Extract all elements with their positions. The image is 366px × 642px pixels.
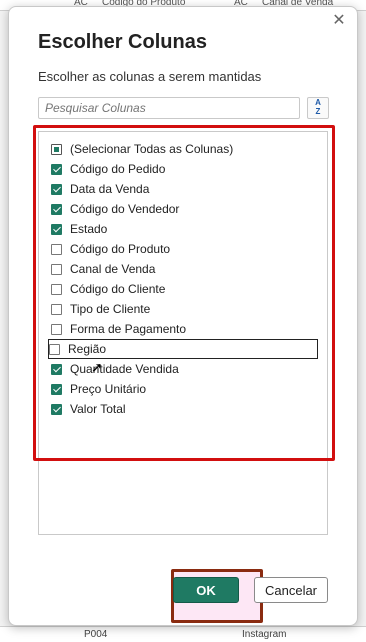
column-item[interactable]: Forma de Pagamento: [51, 320, 316, 338]
column-checkbox[interactable]: [51, 323, 62, 335]
column-label: Preço Unitário: [70, 382, 147, 396]
column-item[interactable]: Estado: [51, 220, 316, 238]
column-label: Estado: [70, 222, 108, 236]
column-label: Código do Cliente: [70, 282, 166, 296]
column-checkbox[interactable]: [51, 163, 62, 175]
column-checkbox[interactable]: [51, 243, 62, 255]
cell-produto: P004: [84, 629, 108, 640]
column-checkbox[interactable]: [51, 283, 62, 295]
column-item[interactable]: Código do Cliente: [51, 280, 316, 298]
column-item[interactable]: Código do Produto: [51, 240, 316, 258]
sort-az-button[interactable]: A Z: [307, 97, 329, 119]
column-item[interactable]: Tipo de Cliente: [51, 300, 316, 318]
column-item[interactable]: Região: [48, 339, 318, 359]
column-label: Código do Vendedor: [70, 202, 180, 216]
column-item[interactable]: Código do Vendedor: [51, 200, 316, 218]
column-checkbox[interactable]: [51, 363, 62, 375]
close-icon[interactable]: ✕: [331, 13, 347, 29]
column-checkbox[interactable]: [51, 183, 62, 195]
column-list[interactable]: (Selecionar Todas as Colunas) Código do …: [38, 131, 328, 535]
dialog-title: Escolher Colunas: [38, 31, 207, 53]
column-checkbox[interactable]: [49, 343, 60, 355]
column-label: Canal de Venda: [70, 262, 156, 276]
column-checkbox[interactable]: [51, 223, 62, 235]
select-all-item[interactable]: (Selecionar Todas as Colunas): [51, 140, 316, 158]
select-all-label: (Selecionar Todas as Colunas): [70, 142, 234, 156]
column-label: Quantidade Vendida: [70, 362, 179, 376]
column-label: Forma de Pagamento: [70, 322, 187, 336]
column-label: Região: [68, 342, 107, 356]
ok-button[interactable]: OK: [173, 577, 239, 603]
column-item[interactable]: Código do Pedido: [51, 160, 316, 178]
dialog-subtitle: Escolher as colunas a serem mantidas: [38, 69, 262, 84]
column-checkbox[interactable]: [51, 303, 62, 315]
column-label: Valor Total: [70, 402, 126, 416]
column-checkbox[interactable]: [51, 383, 62, 395]
column-checkbox[interactable]: [51, 263, 62, 275]
spreadsheet-row: P004 Instagram: [0, 626, 366, 642]
select-all-checkbox[interactable]: [51, 143, 62, 155]
column-item[interactable]: Preço Unitário: [51, 380, 316, 398]
column-label: Código do Produto: [70, 242, 171, 256]
column-item[interactable]: Valor Total: [51, 400, 316, 418]
column-label: Tipo de Cliente: [70, 302, 151, 316]
search-columns-input[interactable]: [38, 97, 300, 119]
cancel-button[interactable]: Cancelar: [254, 577, 328, 603]
column-item[interactable]: Canal de Venda: [51, 260, 316, 278]
column-checkbox[interactable]: [51, 203, 62, 215]
cell-canal: Instagram: [242, 629, 287, 640]
column-item[interactable]: Data da Venda: [51, 180, 316, 198]
column-label: Data da Venda: [70, 182, 150, 196]
column-label: Código do Pedido: [70, 162, 166, 176]
column-checkbox[interactable]: [51, 403, 62, 415]
column-item[interactable]: Quantidade Vendida: [51, 360, 316, 378]
choose-columns-dialog: ✕ Escolher Colunas Escolher as colunas a…: [8, 6, 358, 626]
sort-az-icon: A Z: [315, 98, 321, 116]
